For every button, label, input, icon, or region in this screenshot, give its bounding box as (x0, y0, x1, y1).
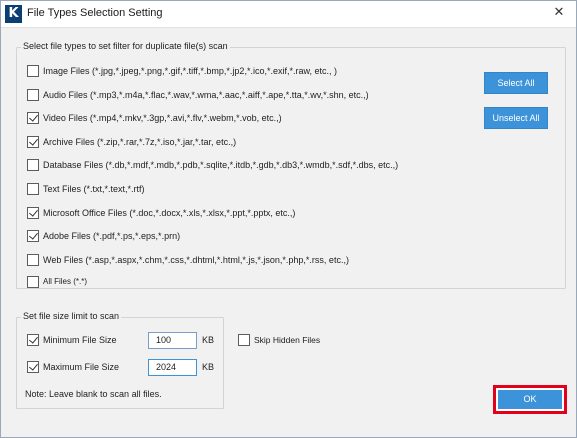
min-size-field[interactable]: 100 (148, 332, 197, 349)
filetype-label: Image Files (*.jpg,*.jpeg,*.png,*.gif,*.… (43, 66, 337, 76)
filetype-checkbox[interactable] (27, 136, 39, 148)
filetype-checkbox[interactable] (27, 183, 39, 195)
min-size-checkbox[interactable] (27, 334, 39, 346)
max-size-checkbox[interactable] (27, 361, 39, 373)
filetype-label: Database Files (*.db,*.mdf,*.mdb,*.pdb,*… (43, 160, 399, 170)
min-size-label: Minimum File Size (43, 335, 117, 345)
window-title: File Types Selection Setting (27, 7, 163, 19)
title-bar: K File Types Selection Setting ✕ (1, 1, 576, 28)
size-note: Note: Leave blank to scan all files. (25, 389, 162, 399)
filetype-label: Adobe Files (*.pdf,*.ps,*.eps,*.prn) (43, 231, 181, 241)
filetype-label: Audio Files (*.mp3,*.m4a,*.flac,*.wav,*.… (43, 90, 369, 100)
skip-hidden-label: Skip Hidden Files (254, 335, 321, 345)
filetype-checkbox[interactable] (27, 112, 39, 124)
ok-button[interactable]: OK (498, 390, 562, 409)
max-size-label: Maximum File Size (43, 362, 120, 372)
close-icon[interactable]: ✕ (550, 4, 568, 22)
filetype-label: All Files (*.*) (43, 277, 88, 286)
dialog-window: K File Types Selection Setting ✕ Select … (0, 0, 577, 438)
max-size-field[interactable]: 2024 (148, 359, 197, 376)
select-all-button[interactable]: Select All (484, 72, 548, 94)
skip-hidden-checkbox[interactable] (238, 334, 250, 346)
filetype-checkbox[interactable] (27, 254, 39, 266)
filetype-label: Microsoft Office Files (*.doc,*.docx,*.x… (43, 208, 296, 218)
filetype-checkbox[interactable] (27, 89, 39, 101)
filetype-checkbox[interactable] (27, 276, 39, 288)
filetype-label: Web Files (*.asp,*.aspx,*.chm,*.css,*.dh… (43, 255, 349, 265)
max-size-unit: KB (202, 362, 215, 372)
filetype-label: Text Files (*.txt,*.text,*.rtf) (43, 184, 145, 194)
unselect-all-button[interactable]: Unselect All (484, 107, 548, 129)
size-limit-legend: Set file size limit to scan (21, 311, 122, 321)
filetype-checkbox[interactable] (27, 207, 39, 219)
app-logo-icon: K (5, 5, 22, 23)
filetype-checkbox[interactable] (27, 159, 39, 171)
filetype-checkbox[interactable] (27, 230, 39, 242)
filetype-label: Video Files (*.mp4,*.mkv,*.3gp,*.avi,*.f… (43, 113, 282, 123)
filetype-label: Archive Files (*.zip,*.rar,*.7z,*.iso,*.… (43, 137, 237, 147)
min-size-unit: KB (202, 335, 215, 345)
filetypes-legend: Select file types to set filter for dupl… (21, 41, 230, 51)
filetype-checkbox[interactable] (27, 65, 39, 77)
ok-highlight-frame: OK (493, 385, 567, 414)
